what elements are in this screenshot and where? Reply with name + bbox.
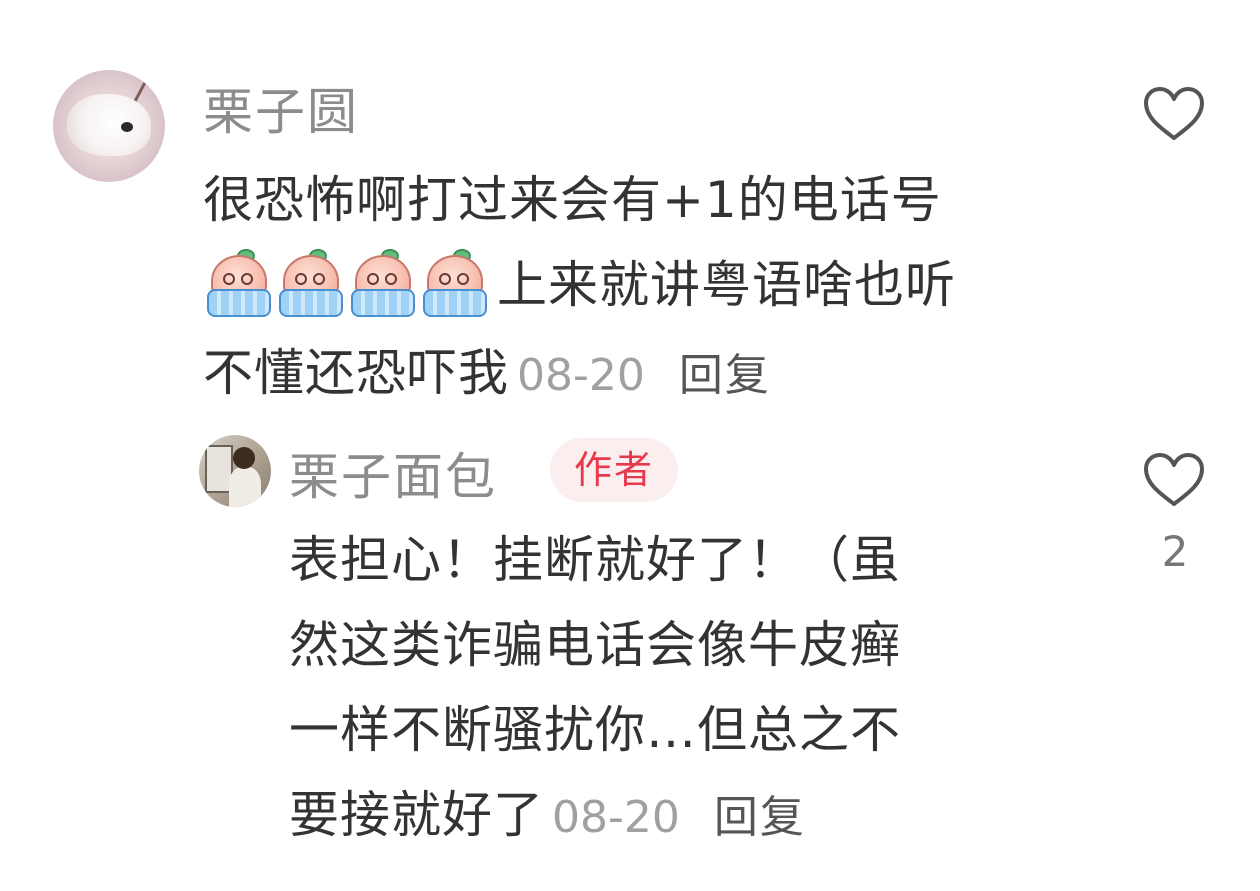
comment-text-line: 要接就好了 08-20 回复 — [289, 773, 1049, 860]
heart-outline-icon[interactable] — [1143, 452, 1205, 508]
comment-text-line: 上来就讲粤语啥也听 — [203, 243, 1083, 331]
avatar-dog-nose-shape — [121, 122, 133, 132]
comment-text: 表担心！挂断就好了！（虽 然这类诈骗电话会像牛皮癣 一样不断骚扰你…但总之不 要… — [289, 518, 1049, 860]
comment-date: 08-20 — [517, 350, 645, 401]
comment-text-segment: 上来就讲粤语啥也听 — [497, 256, 956, 314]
crying-peach-emoji-icon — [347, 249, 415, 317]
crying-peach-emoji-icon — [275, 249, 343, 317]
reply-button[interactable]: 回复 — [679, 350, 771, 401]
avatar-person-head-shape — [233, 447, 255, 469]
comment-username[interactable]: 栗子圆 — [203, 72, 359, 144]
crying-peach-emoji-icon — [419, 249, 487, 317]
avatar[interactable] — [53, 70, 165, 182]
comment-text-line: 表担心！挂断就好了！（虽 — [289, 531, 901, 589]
comment-date: 08-20 — [552, 792, 680, 843]
reply-button[interactable]: 回复 — [714, 792, 806, 843]
comment-text-line: 一样不断骚扰你…但总之不 — [289, 701, 901, 759]
author-badge: 作者 — [550, 438, 678, 502]
avatar-dog-shape — [67, 94, 151, 156]
avatar[interactable] — [199, 435, 271, 507]
crying-peach-emoji-icon — [203, 249, 271, 317]
comment-text-segment: 不懂还恐吓我 — [203, 344, 509, 402]
heart-outline-icon[interactable] — [1143, 86, 1205, 142]
like-count: 2 — [1161, 527, 1189, 576]
comment-username[interactable]: 栗子面包 — [289, 437, 497, 509]
comment-text-line: 很恐怖啊打过来会有+1的电话号 — [203, 171, 942, 229]
comment-text-line: 然这类诈骗电话会像牛皮癣 — [289, 616, 901, 674]
emoji-group — [203, 246, 491, 331]
comment-text-segment: 要接就好了 — [289, 786, 544, 844]
comment-text: 很恐怖啊打过来会有+1的电话号 上来就讲粤语啥也听 不懂还恐吓我 08-20 回复 — [203, 158, 1083, 418]
comment-text-line: 不懂还恐吓我 08-20 回复 — [203, 331, 1083, 418]
avatar-person-body-shape — [229, 467, 261, 507]
